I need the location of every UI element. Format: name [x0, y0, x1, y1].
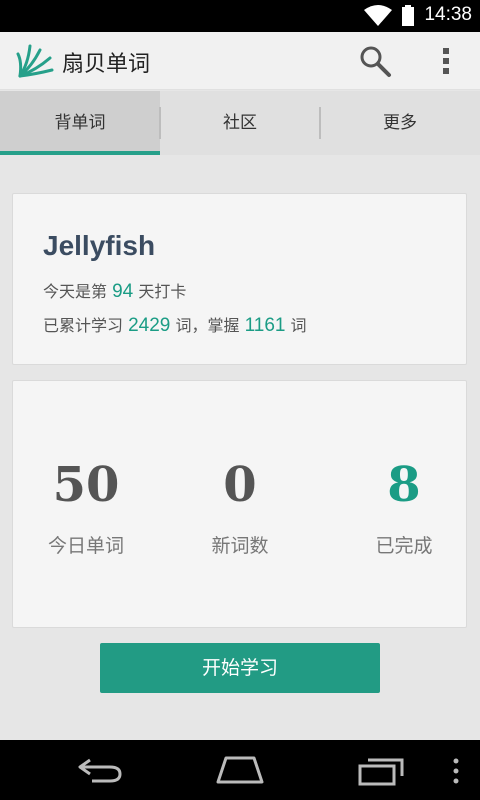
total-mid: 词，掌握: [175, 316, 240, 335]
total-prefix: 已累计学习: [43, 316, 124, 335]
app-bar: 扇贝单词: [0, 32, 480, 90]
tab-indicator: [0, 151, 160, 155]
checkin-prefix: 今天是第: [43, 282, 108, 301]
tab-divider: [319, 107, 321, 139]
overflow-menu-icon[interactable]: [436, 44, 456, 78]
stat-label: 新词数: [211, 535, 269, 557]
total-suffix: 词: [290, 316, 307, 335]
menu-icon[interactable]: [450, 756, 462, 786]
back-icon[interactable]: [78, 758, 122, 784]
checkin-text: 今天是第 94 天打卡: [43, 278, 186, 303]
search-icon[interactable]: [358, 44, 392, 78]
checkin-suffix: 天打卡: [138, 282, 187, 301]
shanbay-logo-icon: [16, 44, 54, 78]
battery-icon: [402, 5, 414, 26]
user-name: Jellyfish: [43, 230, 156, 261]
stats-card: 50 今日单词 0 新词数 8 已完成: [12, 380, 467, 628]
tab-bar: 背单词 社区 更多: [0, 91, 480, 155]
recents-icon[interactable]: [358, 756, 404, 786]
status-time: 14:38: [424, 4, 472, 25]
stat-today-words: 50 今日单词: [11, 453, 161, 558]
tab-memorize[interactable]: 背单词: [0, 91, 160, 155]
home-icon[interactable]: [216, 756, 264, 784]
total-text: 已累计学习 2429 词，掌握 1161 词: [43, 312, 307, 337]
status-bar: 14:38: [0, 0, 480, 32]
stat-label: 已完成: [375, 535, 433, 557]
wifi-icon: [364, 5, 392, 26]
tab-divider: [159, 107, 161, 139]
stat-value: 8: [387, 457, 421, 513]
tab-more[interactable]: 更多: [320, 91, 480, 155]
app-title: 扇贝单词: [62, 52, 151, 77]
stat-value: 0: [223, 457, 257, 513]
checkin-days: 94: [112, 281, 134, 302]
system-nav-bar: [0, 740, 480, 800]
mastered-words: 1161: [244, 315, 286, 336]
profile-card: Jellyfish 今天是第 94 天打卡 已累计学习 2429 词，掌握 11…: [12, 193, 467, 365]
start-learning-button[interactable]: 开始学习: [100, 643, 380, 693]
stat-new-words: 0 新词数: [165, 453, 315, 558]
tab-community[interactable]: 社区: [160, 91, 320, 155]
stat-value: 50: [52, 457, 120, 513]
stat-completed: 8 已完成: [329, 453, 479, 558]
stat-label: 今日单词: [47, 535, 124, 557]
total-words: 2429: [128, 315, 171, 336]
